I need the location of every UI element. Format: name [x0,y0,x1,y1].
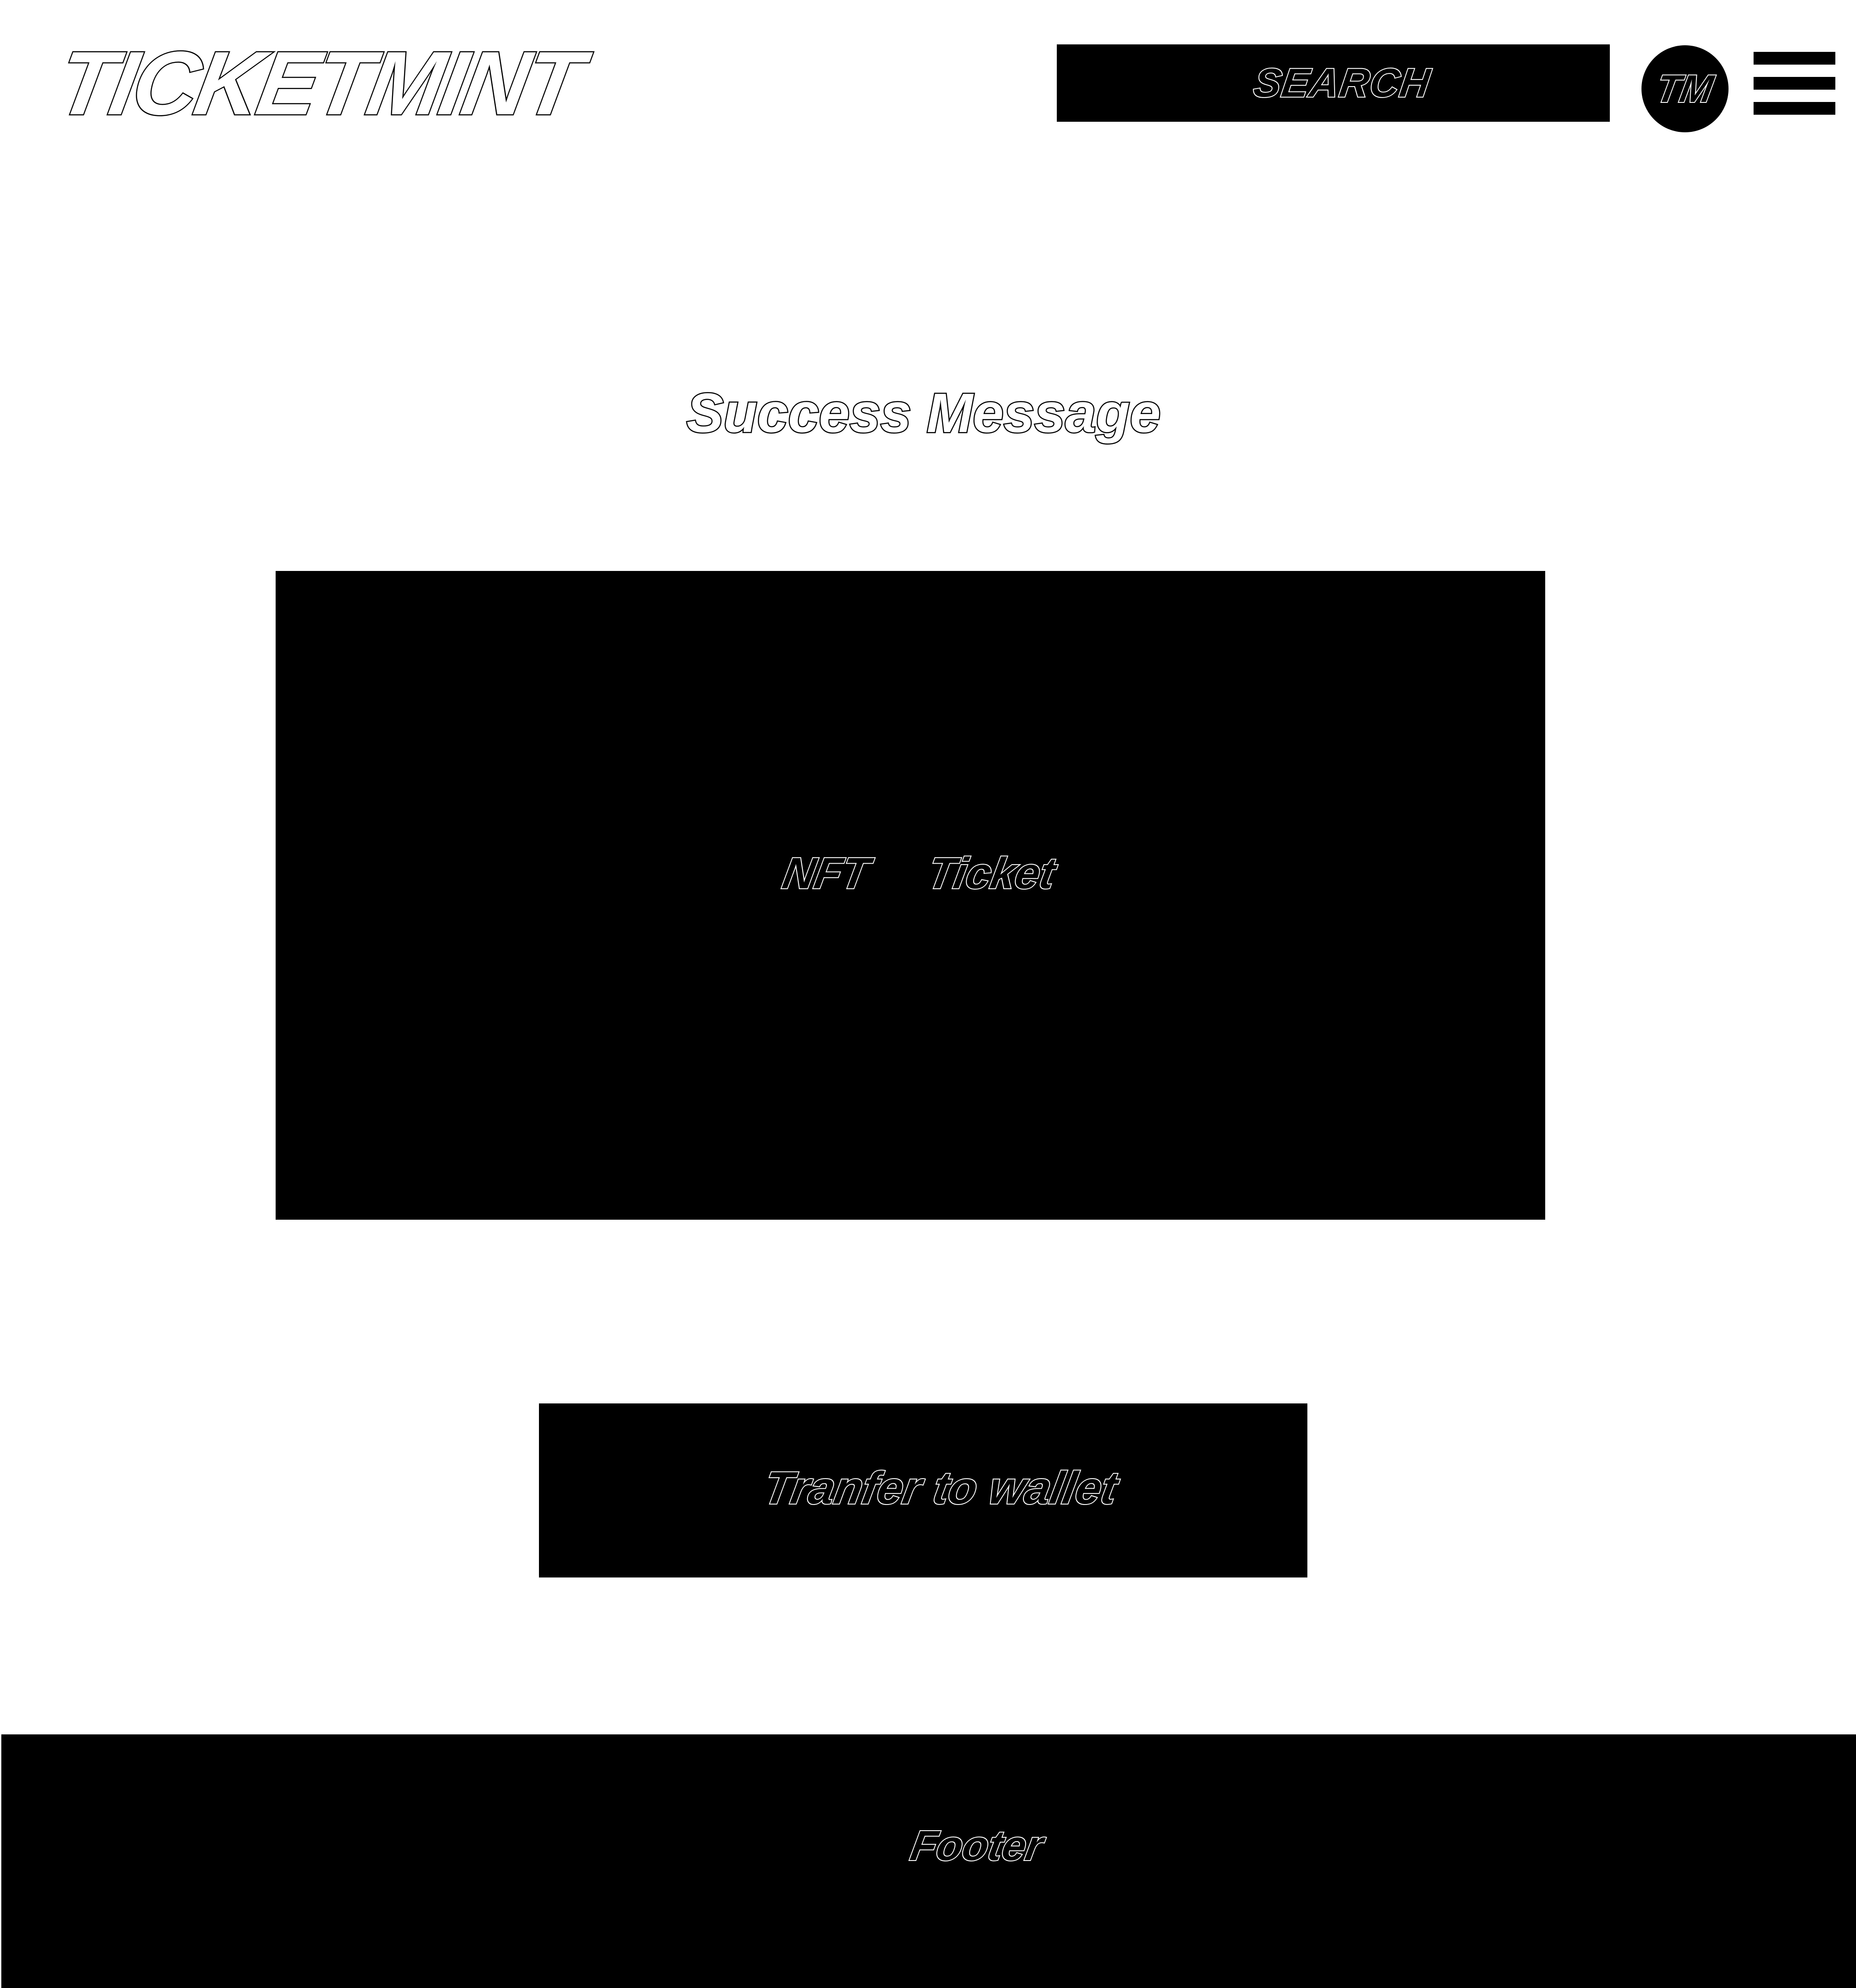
menu-bar-top [1754,52,1835,65]
search-label: SEARCH [1250,60,1434,106]
nft-ticket-label: NFT Ticket [779,848,1060,899]
nft-ticket-card: NFT Ticket [276,571,1545,1220]
user-avatar[interactable]: TM [1641,45,1729,132]
search-bar[interactable]: SEARCH [1057,44,1610,122]
transfer-to-wallet-button[interactable]: Tranfer to wallet [539,1403,1307,1577]
hamburger-menu-icon[interactable] [1754,52,1835,115]
menu-bar-bottom [1754,102,1835,115]
menu-bar-middle [1754,77,1835,90]
transfer-button-label: Tranfer to wallet [759,1462,1122,1515]
footer: Footer [1,1734,1856,1988]
site-logo[interactable]: TICKETMINT [49,32,589,135]
avatar-initials: TM [1652,66,1718,111]
footer-label: Footer [906,1821,1048,1870]
success-message: Success Message [685,381,1162,445]
